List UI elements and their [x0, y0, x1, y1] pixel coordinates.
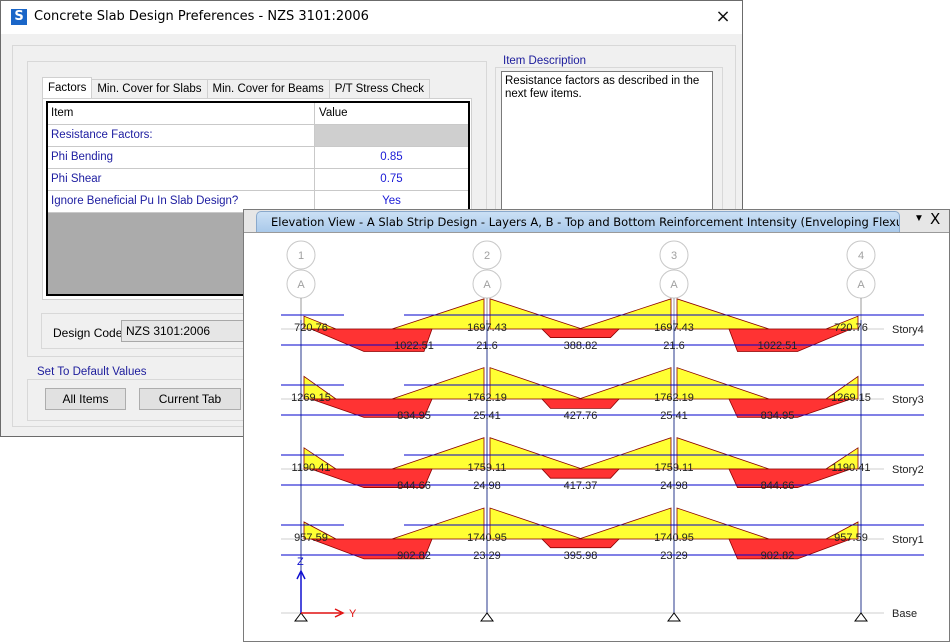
top-value-label: 720.76: [294, 322, 328, 334]
app-icon: S: [11, 9, 27, 25]
grid-number: 3: [671, 250, 677, 262]
bottom-reinforcement-area: [541, 398, 620, 409]
item-description-label: Item Description: [501, 55, 589, 67]
row-value: [315, 125, 468, 146]
bottom-value-label: 834.95: [761, 410, 795, 422]
defaults-label: Set To Default Values: [35, 366, 149, 378]
dialog-titlebar: S Concrete Slab Design Preferences - NZS…: [1, 1, 742, 34]
story-label: Story4: [892, 324, 924, 336]
story-label: Story3: [892, 394, 924, 406]
current-tab-button[interactable]: Current Tab: [139, 388, 241, 410]
top-value-label: 1190.41: [832, 462, 871, 474]
row-item: Phi Shear: [48, 169, 315, 190]
elevation-view-window: Elevation View - A Slab Strip Design - L…: [243, 209, 950, 642]
pin-support-icon: [480, 612, 494, 622]
base-label: Base: [892, 608, 917, 620]
row-value[interactable]: 0.75: [315, 169, 468, 190]
top-value-label: 1740.95: [467, 532, 507, 544]
pin-support-icon: [854, 612, 868, 622]
bottom-reinforcement-area: [541, 468, 620, 479]
all-items-button[interactable]: All Items: [45, 388, 126, 410]
grid-letter: A: [483, 279, 491, 291]
row-item: Phi Bending: [48, 147, 315, 168]
bottom-reinforcement-area: [541, 328, 620, 338]
table-row[interactable]: Resistance Factors:: [48, 125, 468, 147]
support-bottom-label: 21.6: [663, 340, 684, 352]
tab-pt-stress-check[interactable]: P/T Stress Check: [328, 79, 430, 98]
top-value-label: 1190.41: [292, 462, 331, 474]
top-value-label: 1269.15: [291, 392, 331, 404]
elevation-drawing[interactable]: 1 A 2 A 3 A 4 A Story4 Story3 Story2 Story1 Base 720.…: [244, 232, 949, 642]
top-value-label: 1762.19: [654, 392, 694, 404]
dropdown-icon[interactable]: ▼: [914, 213, 924, 224]
bottom-value-label: 1022.51: [394, 340, 434, 352]
elevation-tabbar: Elevation View - A Slab Strip Design - L…: [244, 210, 949, 233]
table-row[interactable]: Phi Bending 0.85: [48, 147, 468, 169]
row-value[interactable]: 0.85: [315, 147, 468, 168]
top-value-label: 1697.43: [467, 322, 507, 334]
bottom-value-label: 844.66: [761, 480, 795, 492]
bottom-value-label: 902.82: [761, 550, 795, 562]
top-value-label: 1762.19: [467, 392, 507, 404]
bottom-value-label: 388.82: [564, 340, 598, 352]
row-item: Resistance Factors:: [48, 125, 315, 146]
top-value-label: 957.59: [834, 532, 868, 544]
pin-support-icon: [667, 612, 681, 622]
table-row[interactable]: Phi Shear 0.75: [48, 169, 468, 191]
support-bottom-label: 23.29: [473, 550, 501, 562]
top-value-label: 1759.11: [468, 462, 507, 474]
top-value-label: 1759.11: [655, 462, 694, 474]
top-value-label: 1740.95: [654, 532, 694, 544]
grid-letter: A: [670, 279, 678, 291]
grid-letter: A: [297, 279, 305, 291]
story-label: Story1: [892, 534, 924, 546]
bottom-value-label: 395.98: [564, 550, 598, 562]
support-bottom-label: 25.41: [660, 410, 688, 422]
tab-min-cover-beams[interactable]: Min. Cover for Beams: [206, 79, 330, 98]
close-icon[interactable]: ×: [710, 5, 736, 29]
y-axis-label: Y: [349, 608, 357, 620]
support-bottom-label: 24.98: [660, 480, 688, 492]
z-axis-label: Z: [297, 556, 304, 568]
support-bottom-label: 23.29: [660, 550, 688, 562]
top-value-label: 720.76: [834, 322, 868, 334]
bottom-value-label: 417.37: [564, 480, 598, 492]
grid-number: 4: [858, 250, 864, 262]
top-value-label: 957.59: [294, 532, 328, 544]
header-item: Item: [48, 103, 315, 124]
grid-letter: A: [857, 279, 865, 291]
story-label: Story2: [892, 464, 924, 476]
support-bottom-label: 25.41: [473, 410, 501, 422]
bottom-value-label: 844.66: [397, 480, 431, 492]
elevation-tab[interactable]: Elevation View - A Slab Strip Design - L…: [256, 211, 900, 232]
item-description-text: Resistance factors as described in the n…: [501, 71, 713, 221]
close-icon[interactable]: X: [930, 210, 940, 228]
header-value: Value: [315, 103, 468, 124]
bottom-reinforcement-area: [541, 538, 620, 549]
grid-number: 1: [298, 250, 304, 262]
bottom-value-label: 427.76: [564, 410, 598, 422]
pin-support-icon: [294, 612, 308, 622]
dialog-title: Concrete Slab Design Preferences - NZS 3…: [34, 9, 369, 24]
tab-min-cover-slabs[interactable]: Min. Cover for Slabs: [91, 79, 208, 98]
bottom-value-label: 834.95: [397, 410, 431, 422]
tab-factors[interactable]: Factors: [42, 77, 93, 98]
bottom-value-label: 902.82: [397, 550, 431, 562]
tab-strip: Factors Min. Cover for Slabs Min. Cover …: [42, 77, 430, 99]
bottom-value-label: 1022.51: [758, 340, 798, 352]
design-code-label: Design Code: [53, 326, 123, 340]
top-value-label: 1269.15: [831, 392, 871, 404]
grid-header: Item Value: [48, 103, 468, 125]
support-bottom-label: 21.6: [476, 340, 497, 352]
support-bottom-label: 24.98: [473, 480, 501, 492]
grid-number: 2: [484, 250, 490, 262]
top-value-label: 1697.43: [654, 322, 694, 334]
